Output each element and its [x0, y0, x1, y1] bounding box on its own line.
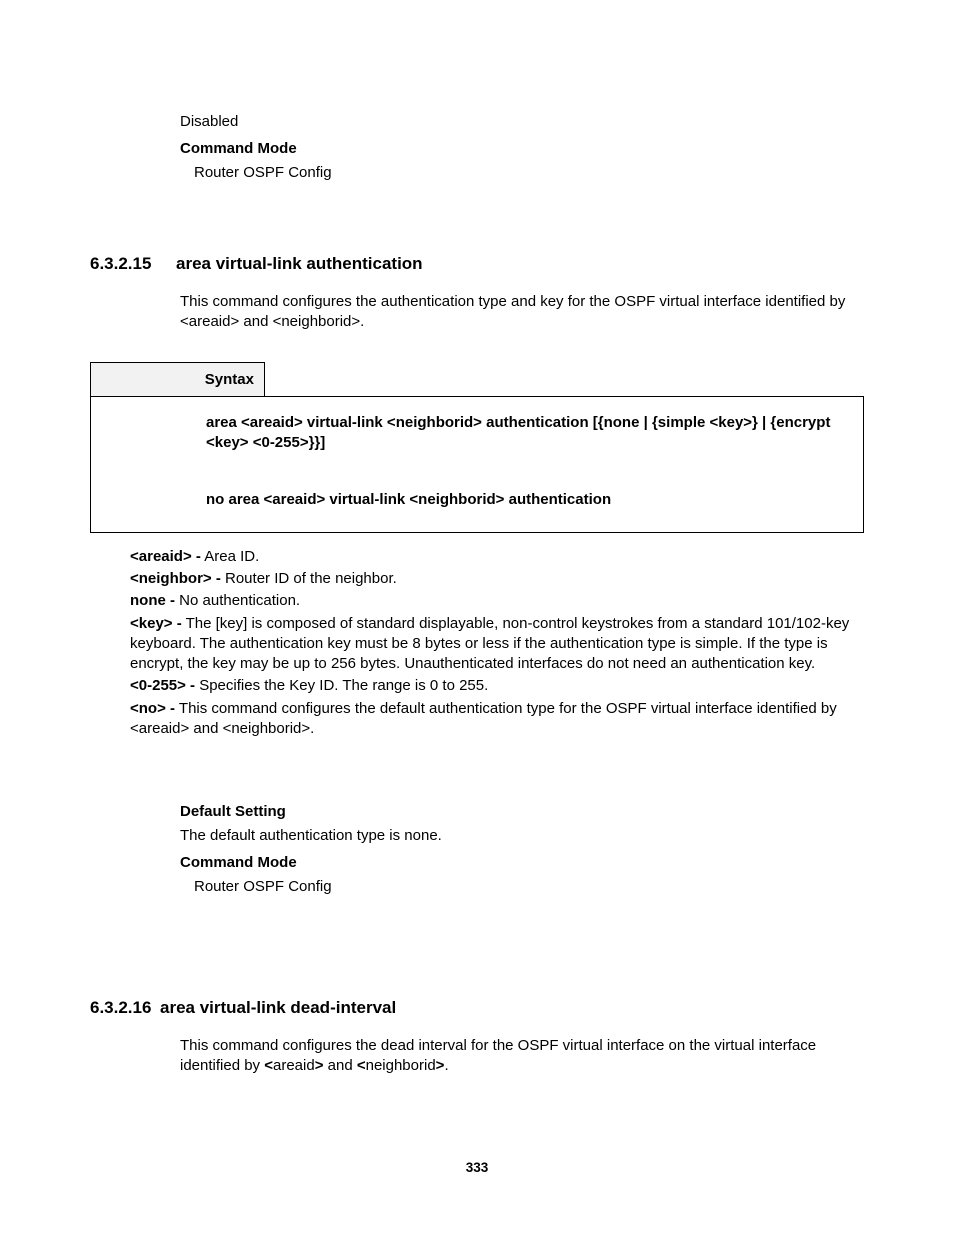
section-number-16: 6.3.2.16 — [90, 998, 160, 1018]
syntax-command-1: area <areaid> virtual-link <neighborid> … — [206, 413, 843, 454]
syntax-label: Syntax — [90, 362, 265, 396]
section-title: area virtual-link authentication — [176, 254, 423, 273]
disabled-text: Disabled — [180, 112, 864, 132]
param-neighbor: <neighbor> - Router ID of the neighbor. — [130, 569, 864, 589]
default-setting-value: The default authentication type is none. — [180, 826, 864, 846]
page-number: 333 — [0, 1160, 954, 1175]
section-number: 6.3.2.15 — [90, 254, 176, 274]
default-setting-label: Default Setting — [180, 803, 864, 820]
syntax-container: Syntax area <areaid> virtual-link <neigh… — [90, 362, 864, 533]
section-heading-16: 6.3.2.16area virtual-link dead-interval — [90, 998, 864, 1018]
command-mode-value-2: Router OSPF Config — [194, 877, 864, 897]
section-16-description: This command configures the dead interva… — [180, 1036, 864, 1077]
param-no: <no> - This command configures the defau… — [130, 699, 864, 740]
top-block: Disabled Command Mode Router OSPF Config — [180, 112, 864, 184]
section-15-footer: Default Setting The default authenticati… — [180, 803, 864, 898]
section-15-description: This command configures the authenticati… — [180, 292, 864, 333]
param-none: none - No authentication. — [130, 591, 864, 611]
section-title-16: area virtual-link dead-interval — [160, 998, 396, 1017]
param-range: <0-255> - Specifies the Key ID. The rang… — [130, 676, 864, 696]
command-mode-label: Command Mode — [180, 140, 864, 157]
command-mode-value: Router OSPF Config — [194, 163, 864, 183]
parameters-block: <areaid> - Area ID. <neighbor> - Router … — [130, 547, 864, 739]
param-key: <key> - The [key] is composed of standar… — [130, 614, 864, 675]
command-mode-label-2: Command Mode — [180, 854, 864, 871]
section-heading-15: 6.3.2.15area virtual-link authentication — [90, 254, 864, 274]
syntax-box: area <areaid> virtual-link <neighborid> … — [90, 396, 864, 533]
param-areaid: <areaid> - Area ID. — [130, 547, 864, 567]
syntax-command-2: no area <areaid> virtual-link <neighbori… — [206, 490, 843, 510]
